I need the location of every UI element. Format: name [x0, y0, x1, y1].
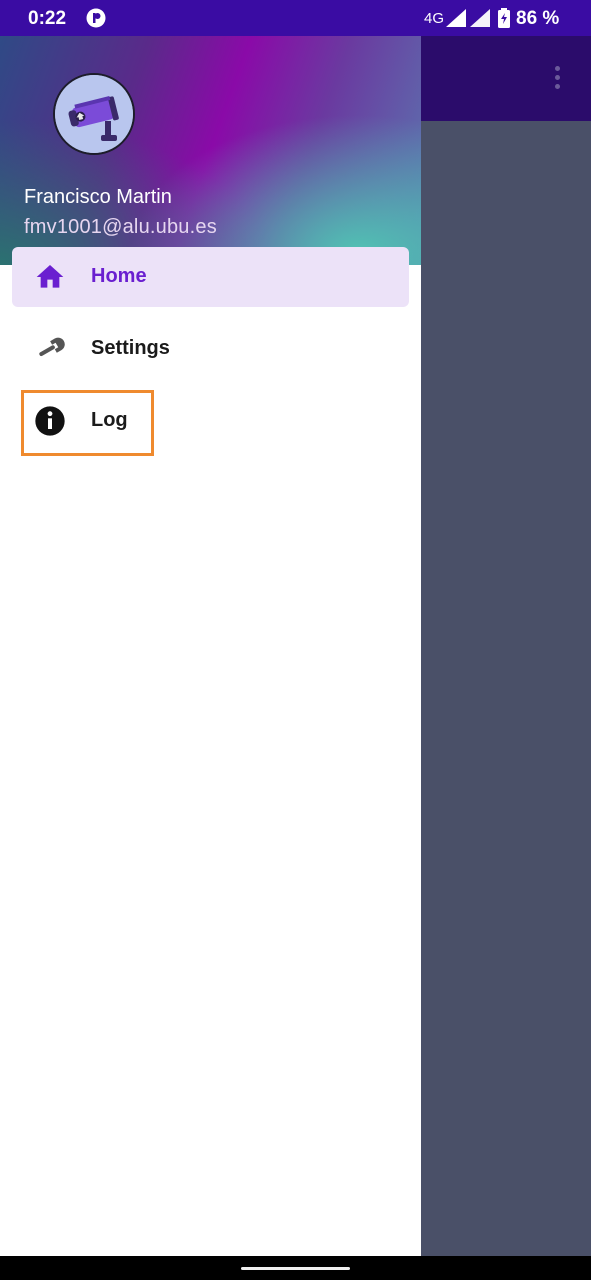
system-navigation-bar — [0, 1256, 591, 1280]
status-time: 0:22 — [28, 8, 67, 29]
wrench-icon — [39, 337, 65, 356]
battery-icon — [498, 8, 510, 28]
app-notification-icon — [86, 8, 106, 28]
more-vert-icon[interactable] — [551, 66, 563, 92]
battery-percentage: 86 % — [516, 8, 560, 29]
drawer-item-home[interactable]: Home — [12, 247, 409, 307]
app-toolbar — [421, 36, 591, 121]
drawer-scrim[interactable] — [421, 121, 591, 1256]
drawer-item-settings[interactable]: Settings — [12, 319, 409, 379]
highlight-box — [21, 390, 154, 456]
avatar — [53, 73, 135, 155]
status-bar: 0:22 4G 86 % — [0, 0, 591, 36]
signal-icon — [470, 9, 490, 27]
signal-icon — [446, 9, 466, 27]
user-email: fmv1001@alu.ubu.es — [24, 216, 217, 238]
drawer-item-label: Settings — [91, 337, 170, 359]
security-camera-icon — [55, 75, 133, 153]
drawer-item-label: Home — [91, 265, 147, 287]
drawer-header: Francisco Martin fmv1001@alu.ubu.es — [0, 36, 421, 265]
navigation-drawer: Francisco Martin fmv1001@alu.ubu.es — [0, 36, 421, 1256]
user-name: Francisco Martin — [24, 186, 172, 208]
home-indicator[interactable] — [241, 1267, 350, 1270]
network-type: 4G — [424, 10, 445, 27]
home-icon — [36, 265, 64, 288]
